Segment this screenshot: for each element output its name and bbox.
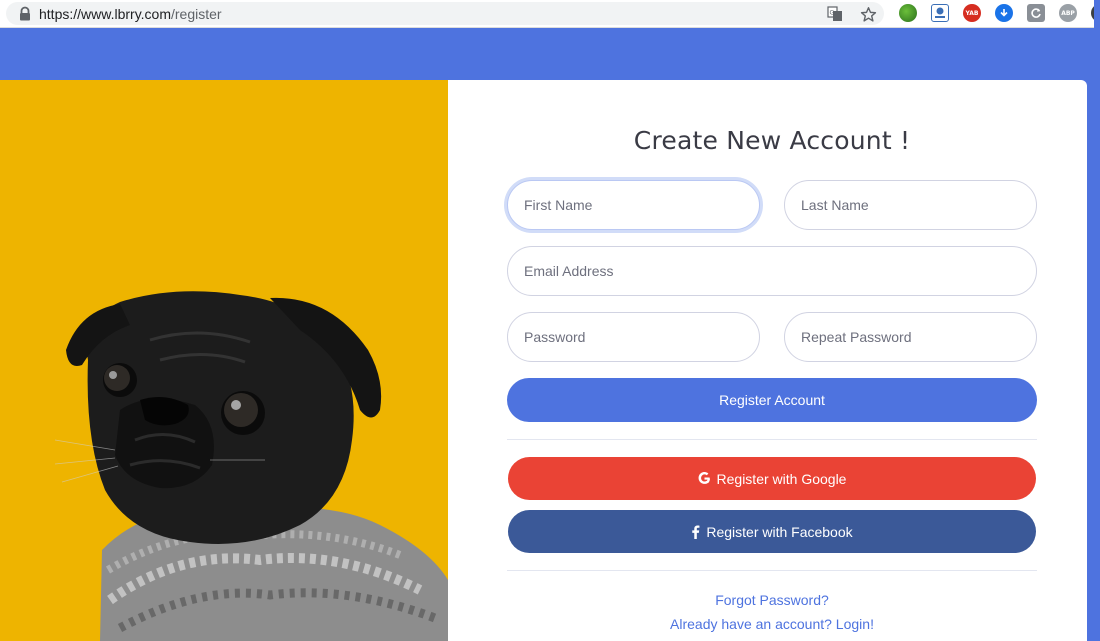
register-account-label: Register Account [719,392,825,408]
url-host: https://www.lbrry.com [39,6,171,22]
register-facebook-label: Register with Facebook [706,523,853,540]
sync-extension-icon[interactable] [1027,4,1045,22]
last-name-input[interactable] [784,180,1037,230]
url-path: /register [171,6,222,22]
star-icon[interactable] [859,5,877,23]
svg-text:G: G [830,10,835,17]
page-title: Create New Account ! [633,126,911,155]
abp-extension-icon[interactable]: ABP [1059,4,1077,22]
facebook-icon [691,524,700,539]
google-icon [698,472,711,485]
pug-photo [0,80,448,641]
login-link[interactable]: Already have an account? Login! [448,616,1087,632]
email-input[interactable] [507,246,1037,296]
divider [507,439,1037,440]
lock-icon[interactable] [18,6,32,22]
registration-form: Create New Account ! Register Account Re… [448,80,1087,641]
window-edge [1094,0,1100,641]
password-input[interactable] [507,312,760,362]
first-name-input[interactable] [507,180,760,230]
url-text[interactable]: https://www.lbrry.com/register [39,6,222,22]
repeat-password-input[interactable] [784,312,1037,362]
register-account-button[interactable]: Register Account [507,378,1037,422]
forgot-password-link[interactable]: Forgot Password? [448,592,1087,608]
translate-icon[interactable]: G [826,5,844,23]
extension-globe-icon[interactable] [899,4,917,22]
extension-badge-icon[interactable] [931,4,949,22]
download-extension-icon[interactable] [995,4,1013,22]
browser-toolbar: https://www.lbrry.com/register G YAB ABP [0,0,1100,28]
address-bar[interactable]: https://www.lbrry.com/register G [6,2,884,25]
yab-extension-icon[interactable]: YAB [963,4,981,22]
register-google-label: Register with Google [716,470,847,487]
divider [507,570,1037,571]
register-facebook-button[interactable]: Register with Facebook [508,510,1036,553]
register-google-button[interactable]: Register with Google [508,457,1036,500]
register-card: Create New Account ! Register Account Re… [0,80,1087,641]
